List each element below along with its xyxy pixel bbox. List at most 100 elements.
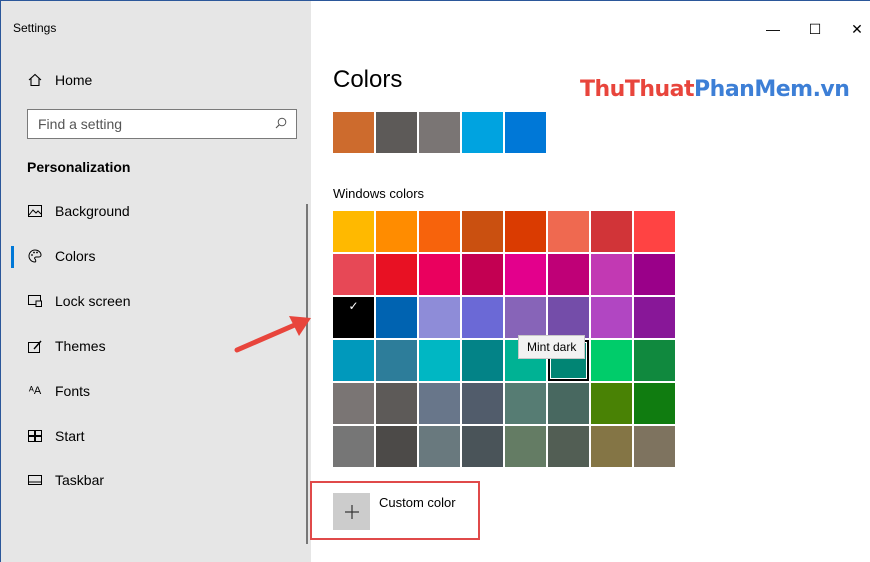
minimize-icon: — bbox=[766, 21, 780, 37]
close-icon: ✕ bbox=[851, 20, 863, 37]
recent-color-swatch[interactable] bbox=[419, 112, 460, 153]
themes-icon bbox=[23, 340, 47, 353]
sidebar-item-label: Lock screen bbox=[55, 293, 131, 309]
color-swatch[interactable] bbox=[333, 211, 374, 252]
color-swatch[interactable] bbox=[591, 211, 632, 252]
annotation-arrow bbox=[234, 316, 311, 353]
sidebar: Settings Home Find a setting Personaliza… bbox=[1, 1, 311, 562]
sidebar-item-label: Background bbox=[55, 203, 130, 219]
color-swatch[interactable] bbox=[634, 297, 675, 338]
color-swatch[interactable] bbox=[505, 254, 546, 295]
color-swatch[interactable] bbox=[376, 383, 417, 424]
color-swatch[interactable] bbox=[505, 211, 546, 252]
sidebar-item-label: Start bbox=[55, 428, 85, 444]
color-swatch[interactable] bbox=[376, 211, 417, 252]
color-swatch[interactable] bbox=[462, 426, 503, 467]
sidebar-item-label: Taskbar bbox=[55, 472, 105, 488]
maximize-button[interactable]: ☐ bbox=[792, 14, 838, 44]
taskbar-icon bbox=[23, 475, 47, 485]
color-swatch[interactable] bbox=[333, 254, 374, 295]
color-swatch[interactable] bbox=[505, 383, 546, 424]
sidebar-item-label: Fonts bbox=[55, 383, 91, 399]
color-swatch[interactable] bbox=[548, 254, 589, 295]
color-swatch[interactable] bbox=[591, 383, 632, 424]
color-swatch[interactable] bbox=[548, 383, 589, 424]
search-placeholder: Find a setting bbox=[38, 116, 123, 132]
color-swatch[interactable] bbox=[376, 254, 417, 295]
watermark-part-3: .vn bbox=[812, 77, 850, 102]
close-button[interactable]: ✕ bbox=[834, 14, 870, 44]
sidebar-item-label: Home bbox=[55, 72, 93, 88]
color-swatch[interactable] bbox=[419, 211, 460, 252]
color-swatch[interactable] bbox=[591, 297, 632, 338]
color-swatch[interactable] bbox=[505, 426, 546, 467]
color-swatch[interactable] bbox=[462, 340, 503, 381]
color-swatch[interactable] bbox=[591, 254, 632, 295]
color-swatch[interactable] bbox=[548, 297, 589, 338]
background-icon bbox=[23, 205, 47, 217]
home-icon bbox=[23, 73, 47, 87]
sidebar-item-home[interactable]: Home bbox=[11, 63, 301, 97]
search-input[interactable]: Find a setting bbox=[27, 109, 297, 139]
recent-colors bbox=[333, 112, 546, 153]
color-swatch[interactable] bbox=[591, 426, 632, 467]
sidebar-item-fonts[interactable]: ᴬA Fonts bbox=[11, 374, 301, 408]
color-swatch[interactable] bbox=[634, 340, 675, 381]
windows-colors-heading: Windows colors bbox=[333, 186, 425, 201]
minimize-button[interactable]: — bbox=[750, 14, 796, 44]
color-swatch[interactable] bbox=[376, 340, 417, 381]
palette-icon bbox=[23, 249, 47, 263]
color-swatch[interactable] bbox=[419, 297, 460, 338]
color-swatch[interactable] bbox=[634, 426, 675, 467]
sidebar-item-taskbar[interactable]: Taskbar bbox=[11, 463, 301, 497]
plus-icon bbox=[344, 504, 359, 519]
app-title: Settings bbox=[13, 21, 57, 35]
color-swatch[interactable] bbox=[333, 340, 374, 381]
lock-screen-icon bbox=[23, 295, 47, 307]
color-swatch[interactable] bbox=[634, 254, 675, 295]
color-swatch[interactable] bbox=[462, 383, 503, 424]
fonts-icon: ᴬA bbox=[28, 385, 42, 397]
page-title: Colors bbox=[333, 66, 403, 93]
start-icon bbox=[23, 430, 47, 442]
color-swatch[interactable] bbox=[419, 254, 460, 295]
recent-color-swatch[interactable] bbox=[505, 112, 546, 153]
color-swatch[interactable] bbox=[634, 211, 675, 252]
sidebar-item-colors[interactable]: Colors bbox=[11, 239, 301, 273]
sidebar-item-start[interactable]: Start bbox=[11, 419, 301, 453]
color-tooltip: Mint dark bbox=[518, 335, 586, 359]
color-swatch[interactable] bbox=[462, 254, 503, 295]
recent-color-swatch[interactable] bbox=[376, 112, 417, 153]
color-swatch[interactable] bbox=[376, 297, 417, 338]
maximize-icon: ☐ bbox=[808, 20, 822, 37]
watermark-part-1: ThuThuat bbox=[580, 77, 695, 102]
color-swatch[interactable] bbox=[419, 426, 460, 467]
color-swatch[interactable] bbox=[634, 383, 675, 424]
color-swatch[interactable] bbox=[548, 426, 589, 467]
color-swatch[interactable] bbox=[333, 426, 374, 467]
checkmark-icon: ✓ bbox=[333, 297, 374, 338]
sidebar-item-background[interactable]: Background bbox=[11, 194, 301, 228]
color-swatch[interactable] bbox=[548, 211, 589, 252]
search-icon[interactable] bbox=[266, 117, 296, 132]
recent-color-swatch[interactable] bbox=[462, 112, 503, 153]
recent-color-swatch[interactable] bbox=[333, 112, 374, 153]
color-swatch[interactable] bbox=[376, 426, 417, 467]
watermark-logo: ThuThuatPhanMem.vn bbox=[580, 77, 850, 102]
watermark-part-2: PhanMem bbox=[694, 77, 813, 102]
custom-color-button[interactable] bbox=[333, 493, 370, 530]
sidebar-scrollbar[interactable] bbox=[306, 204, 308, 544]
section-title: Personalization bbox=[27, 159, 131, 175]
color-swatch[interactable] bbox=[462, 297, 503, 338]
color-swatch[interactable] bbox=[333, 383, 374, 424]
color-swatch[interactable] bbox=[419, 340, 460, 381]
sidebar-item-label: Themes bbox=[55, 338, 106, 354]
windows-colors-grid: ✓ bbox=[333, 211, 675, 467]
color-swatch[interactable] bbox=[505, 297, 546, 338]
custom-color-label[interactable]: Custom color bbox=[379, 495, 456, 510]
sidebar-item-label: Colors bbox=[55, 248, 96, 264]
color-swatch[interactable] bbox=[419, 383, 460, 424]
color-swatch[interactable] bbox=[462, 211, 503, 252]
color-swatch[interactable] bbox=[591, 340, 632, 381]
color-swatch[interactable]: ✓ bbox=[333, 297, 374, 338]
